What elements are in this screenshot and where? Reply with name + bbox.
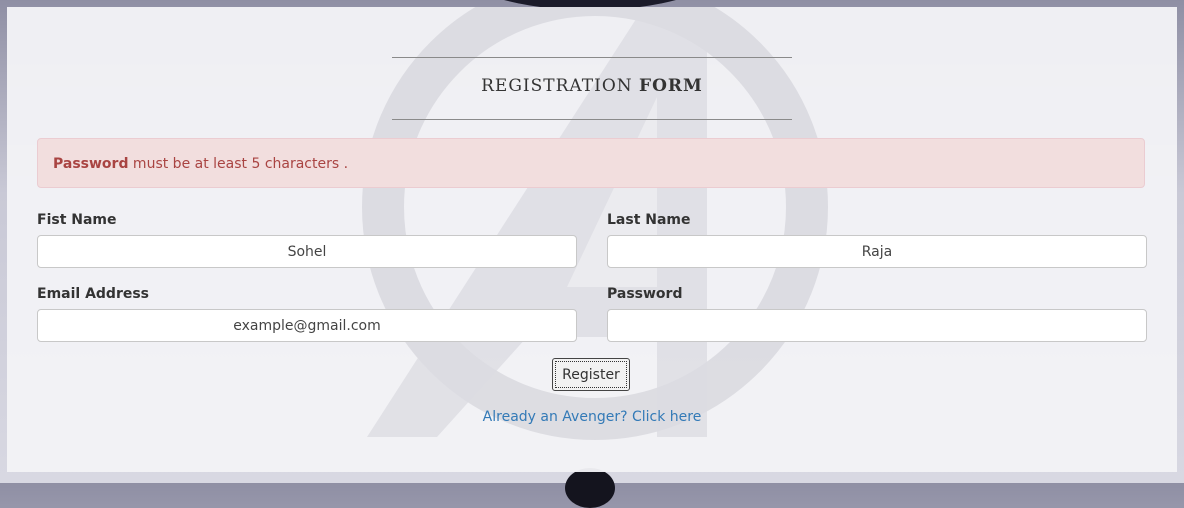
first-name-label: Fist Name (37, 212, 117, 228)
last-name-input[interactable] (607, 235, 1147, 268)
error-alert: Password must be at least 5 characters . (37, 138, 1145, 188)
background-bottom-shape (565, 468, 615, 508)
form-title-strong: FORM (639, 76, 703, 96)
form-title: REGISTRATION FORM (392, 76, 792, 96)
email-label: Email Address (37, 286, 150, 302)
password-label: Password (607, 286, 683, 302)
email-input[interactable] (37, 309, 577, 342)
first-name-input[interactable] (37, 235, 577, 268)
form-title-light: REGISTRATION (481, 76, 633, 96)
last-name-label: Last Name (607, 212, 691, 228)
error-alert-message: must be at least 5 characters . (128, 156, 349, 172)
error-alert-field: Password (53, 156, 129, 172)
registration-panel: REGISTRATION FORM Password must be at le… (7, 7, 1177, 472)
login-link[interactable]: Already an Avenger? Click here (7, 409, 1177, 425)
register-button[interactable]: Register (552, 358, 630, 391)
form-header: REGISTRATION FORM (392, 57, 792, 120)
password-input[interactable] (607, 309, 1147, 342)
